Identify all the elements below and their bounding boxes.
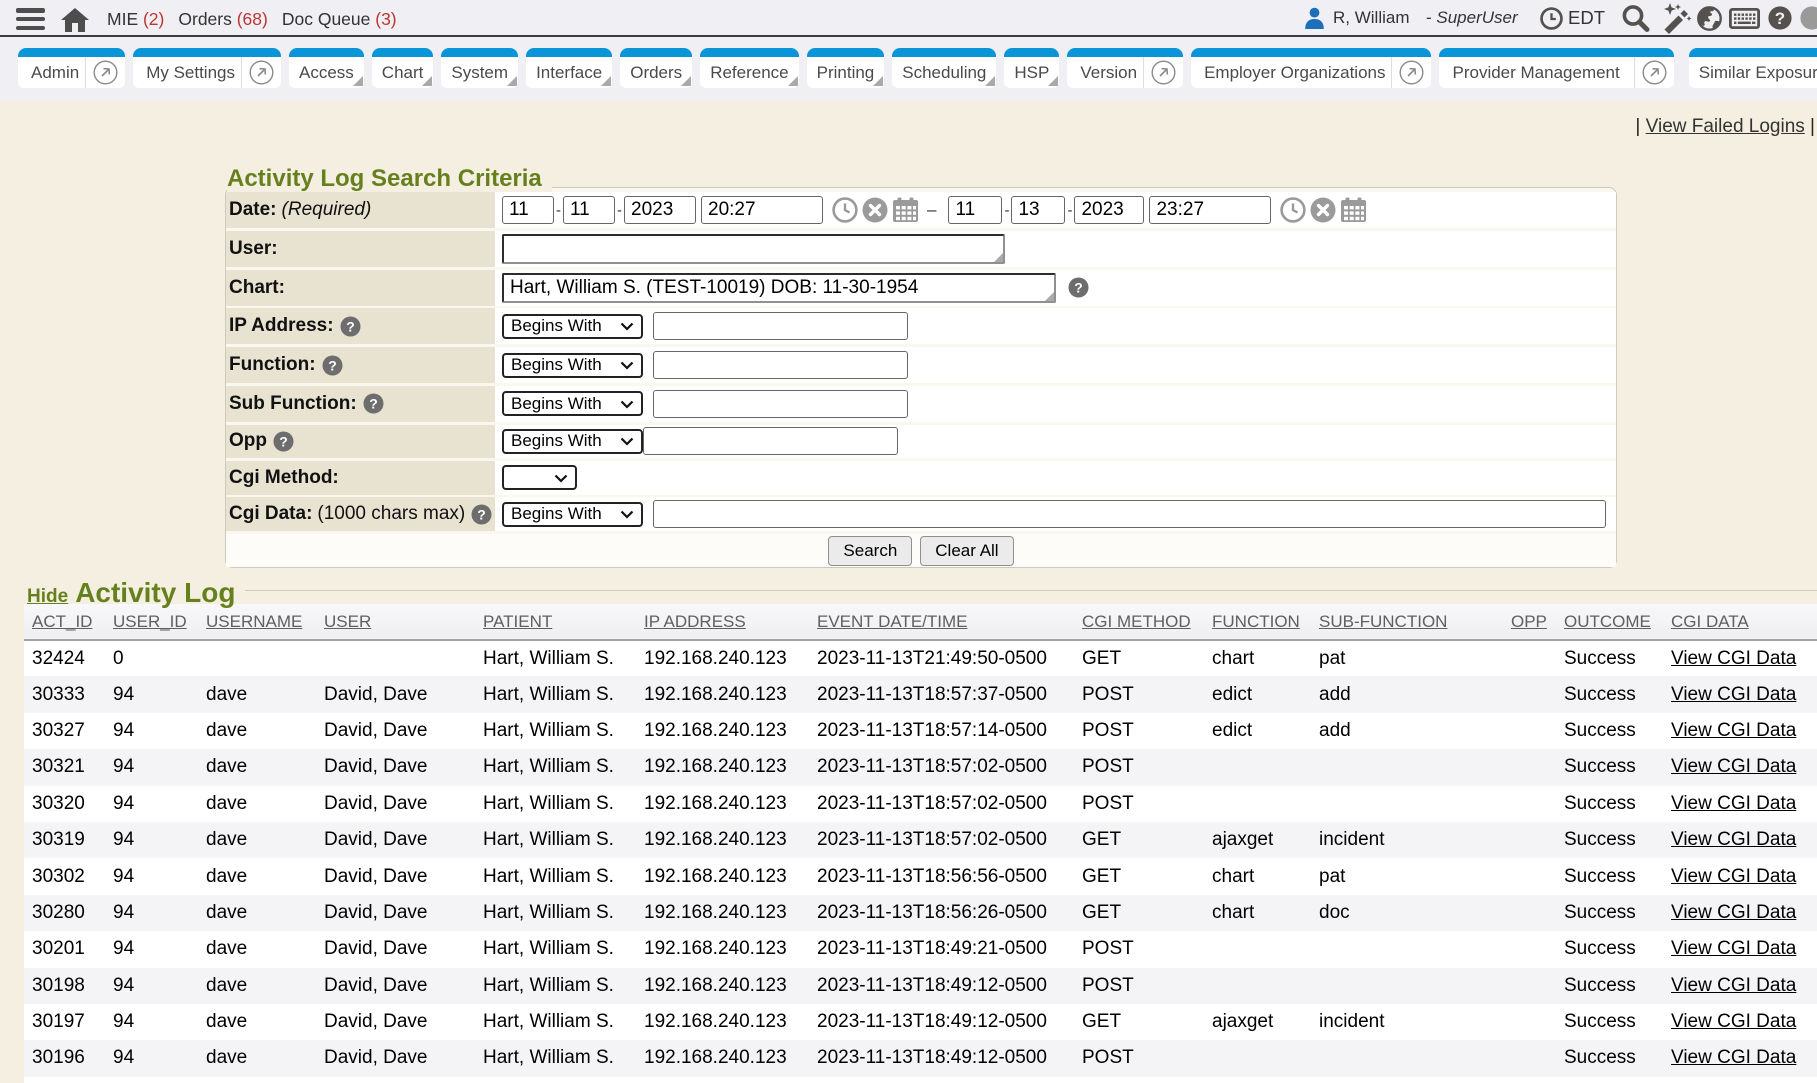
svg-text:?: ? — [1074, 280, 1083, 296]
svg-text:?: ? — [279, 433, 288, 449]
svg-text:?: ? — [369, 396, 378, 412]
svg-text:?: ? — [477, 506, 486, 522]
svg-text:?: ? — [328, 357, 337, 373]
svg-text:?: ? — [346, 318, 355, 334]
svg-text:?: ? — [1775, 9, 1785, 28]
